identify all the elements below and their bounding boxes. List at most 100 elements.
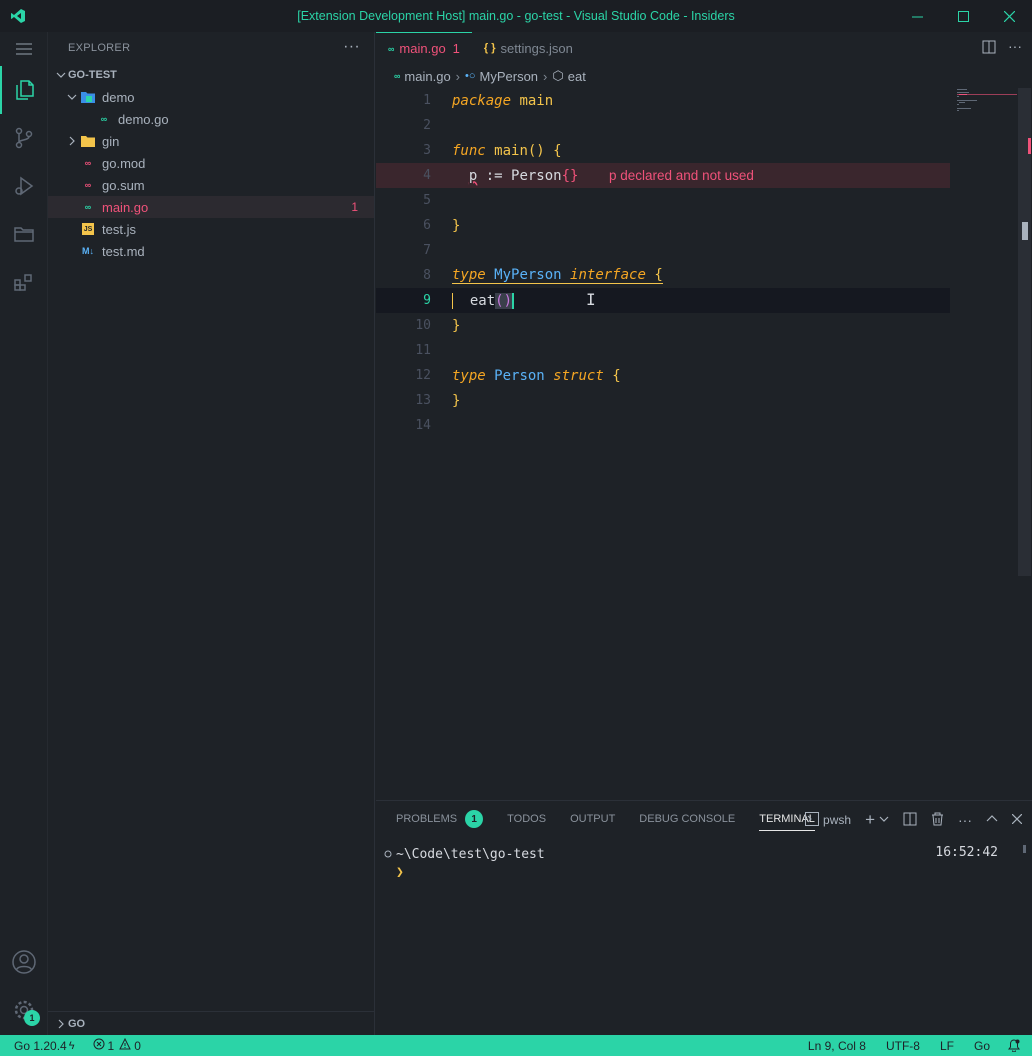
go-version-item[interactable]: Go 1.20.4 ϟ [0, 1035, 82, 1056]
chevron-up-icon[interactable] [986, 813, 998, 827]
tree-item[interactable]: ∞ main.go 1 [48, 196, 374, 218]
tab-debug-console[interactable]: DEBUG CONSOLE [639, 801, 735, 837]
tab-settings-json[interactable]: { } settings.json [472, 32, 585, 64]
breadcrumb-file[interactable]: main.go [404, 69, 450, 84]
editor-tabs: ∞ main.go 1 { } settings.json ··· [376, 32, 1032, 64]
tree-item[interactable]: gin [48, 130, 374, 152]
problems-item[interactable]: 1 0 [86, 1035, 148, 1056]
line-number: 9 [423, 293, 431, 308]
code-line: 12 type Person struct { [376, 363, 950, 388]
folder-open-icon [80, 89, 96, 105]
tab-error-count: 1 [452, 41, 460, 56]
warning-count: 0 [134, 1038, 141, 1053]
go-section-header[interactable]: GO [48, 1011, 375, 1035]
terminal-line: ❯ [384, 863, 1012, 881]
tree-item-label: test.md [102, 243, 145, 259]
shell-name: pwsh [823, 813, 852, 827]
terminal-line: ~\Code\test\go-test 16:52:42 [384, 845, 1012, 863]
terminal-output[interactable]: ~\Code\test\go-test 16:52:42 ❯ [384, 845, 1012, 881]
code-line-error: 4 p := Person{} p declared and not used [376, 163, 950, 188]
code-text: type MyPerson interface { [452, 267, 663, 284]
code-line: 5 [376, 188, 950, 213]
end-of-line[interactable]: LF [930, 1035, 964, 1056]
vscode-logo-icon [0, 0, 36, 32]
trash-icon[interactable] [931, 812, 944, 829]
chevron-down-icon[interactable] [879, 813, 889, 827]
minimap[interactable] [957, 88, 1017, 118]
go-version: Go 1.20.4 [14, 1038, 67, 1053]
method-icon: ⬡ [552, 68, 564, 83]
json-file-icon: { } [483, 42, 496, 54]
folder-manager-icon[interactable] [0, 210, 48, 258]
tab-output[interactable]: OUTPUT [570, 801, 615, 837]
cursor-position[interactable]: Ln 9, Col 8 [798, 1035, 876, 1056]
line-number: 4 [423, 168, 431, 183]
editor-more-icon[interactable]: ··· [1008, 39, 1022, 57]
explorer-header: EXPLORER ··· [48, 32, 374, 64]
tree-item[interactable]: demo [48, 86, 374, 108]
split-terminal-icon[interactable] [903, 812, 917, 829]
project-name: GO-TEST [68, 69, 117, 81]
tree-item[interactable]: JS test.js [48, 218, 374, 240]
account-icon[interactable] [0, 938, 48, 986]
run-debug-icon[interactable] [0, 162, 48, 210]
code-text: } [452, 392, 461, 409]
settings-gear-icon[interactable]: 1 [0, 986, 48, 1034]
js-file-icon: JS [80, 221, 96, 237]
tree-item[interactable]: ∞ demo.go [48, 108, 374, 130]
code-line: 11 [376, 338, 950, 363]
explorer-icon[interactable] [0, 66, 48, 114]
tree-item[interactable]: ∞ go.sum [48, 174, 374, 196]
encoding[interactable]: UTF-8 [876, 1035, 930, 1056]
split-editor-icon[interactable] [982, 40, 996, 57]
code-line: 3 func main() { [376, 138, 950, 163]
tree-item[interactable]: M↓ test.md [48, 240, 374, 262]
tab-label: DEBUG CONSOLE [639, 813, 736, 825]
extensions-icon[interactable] [0, 258, 48, 306]
tree-item[interactable]: ∞ go.mod [48, 152, 374, 174]
new-terminal-icon[interactable]: + [865, 810, 875, 830]
language-mode[interactable]: Go [964, 1035, 1000, 1056]
chevron-right-icon: › [455, 68, 461, 84]
code-line: 8 type MyPerson interface { [376, 263, 950, 288]
file-tree: demo ∞ demo.go gin ∞ go.mod ∞ go.sum ∞ main.go 1 JS… [48, 86, 374, 262]
close-window-icon[interactable] [986, 0, 1032, 32]
title-bar: [Extension Development Host] main.go - g… [0, 0, 1032, 32]
maximize-icon[interactable] [940, 0, 986, 32]
tab-label: settings.json [500, 40, 573, 56]
minimize-icon[interactable] [894, 0, 940, 32]
go-mod-icon: ∞ [84, 158, 92, 168]
tab-problems[interactable]: PROBLEMS 1 [396, 801, 484, 837]
tree-item-label: main.go [102, 199, 149, 215]
chevron-right-icon [54, 1019, 68, 1029]
close-panel-icon[interactable] [1011, 813, 1023, 827]
settings-badge: 1 [24, 1010, 40, 1026]
breadcrumb-symbol[interactable]: MyPerson [480, 69, 539, 84]
editor-scrollbar[interactable] [1018, 88, 1031, 576]
terminal-shell-selector[interactable]: pwsh [805, 811, 852, 829]
tree-item-label: demo [102, 89, 135, 105]
project-section-header[interactable]: GO-TEST [48, 64, 374, 86]
source-control-icon[interactable] [0, 114, 48, 162]
go-file-icon: ∞ [394, 71, 401, 81]
code-line: 10 } [376, 313, 950, 338]
terminal-scrollbar[interactable] [1023, 845, 1026, 853]
breadcrumb-method[interactable]: eat [568, 69, 586, 84]
terminal-prompt: ❯ [396, 864, 404, 880]
tab-label: OUTPUT [570, 813, 616, 825]
notifications-bell-icon[interactable] [1000, 1035, 1032, 1056]
line-number: 12 [415, 368, 431, 383]
code-editor[interactable]: 1 package main 2 3 func main() { 4 p := … [376, 88, 1021, 800]
menu-icon[interactable] [0, 32, 48, 66]
more-actions-icon[interactable]: ··· [343, 38, 360, 56]
warning-icon [119, 1037, 132, 1053]
go-file-icon: ∞ [388, 43, 395, 54]
code-line: 1 package main [376, 88, 950, 113]
line-number: 5 [423, 193, 431, 208]
tree-item-label: demo.go [118, 111, 169, 127]
panel-more-icon[interactable]: ··· [958, 812, 972, 828]
tree-item-label: go.mod [102, 155, 146, 171]
tab-main-go[interactable]: ∞ main.go 1 [376, 32, 472, 64]
bottom-panel: PROBLEMS 1 TODOS OUTPUT DEBUG CONSOLE TE… [376, 800, 1032, 1035]
tab-todos[interactable]: TODOS [507, 801, 546, 837]
